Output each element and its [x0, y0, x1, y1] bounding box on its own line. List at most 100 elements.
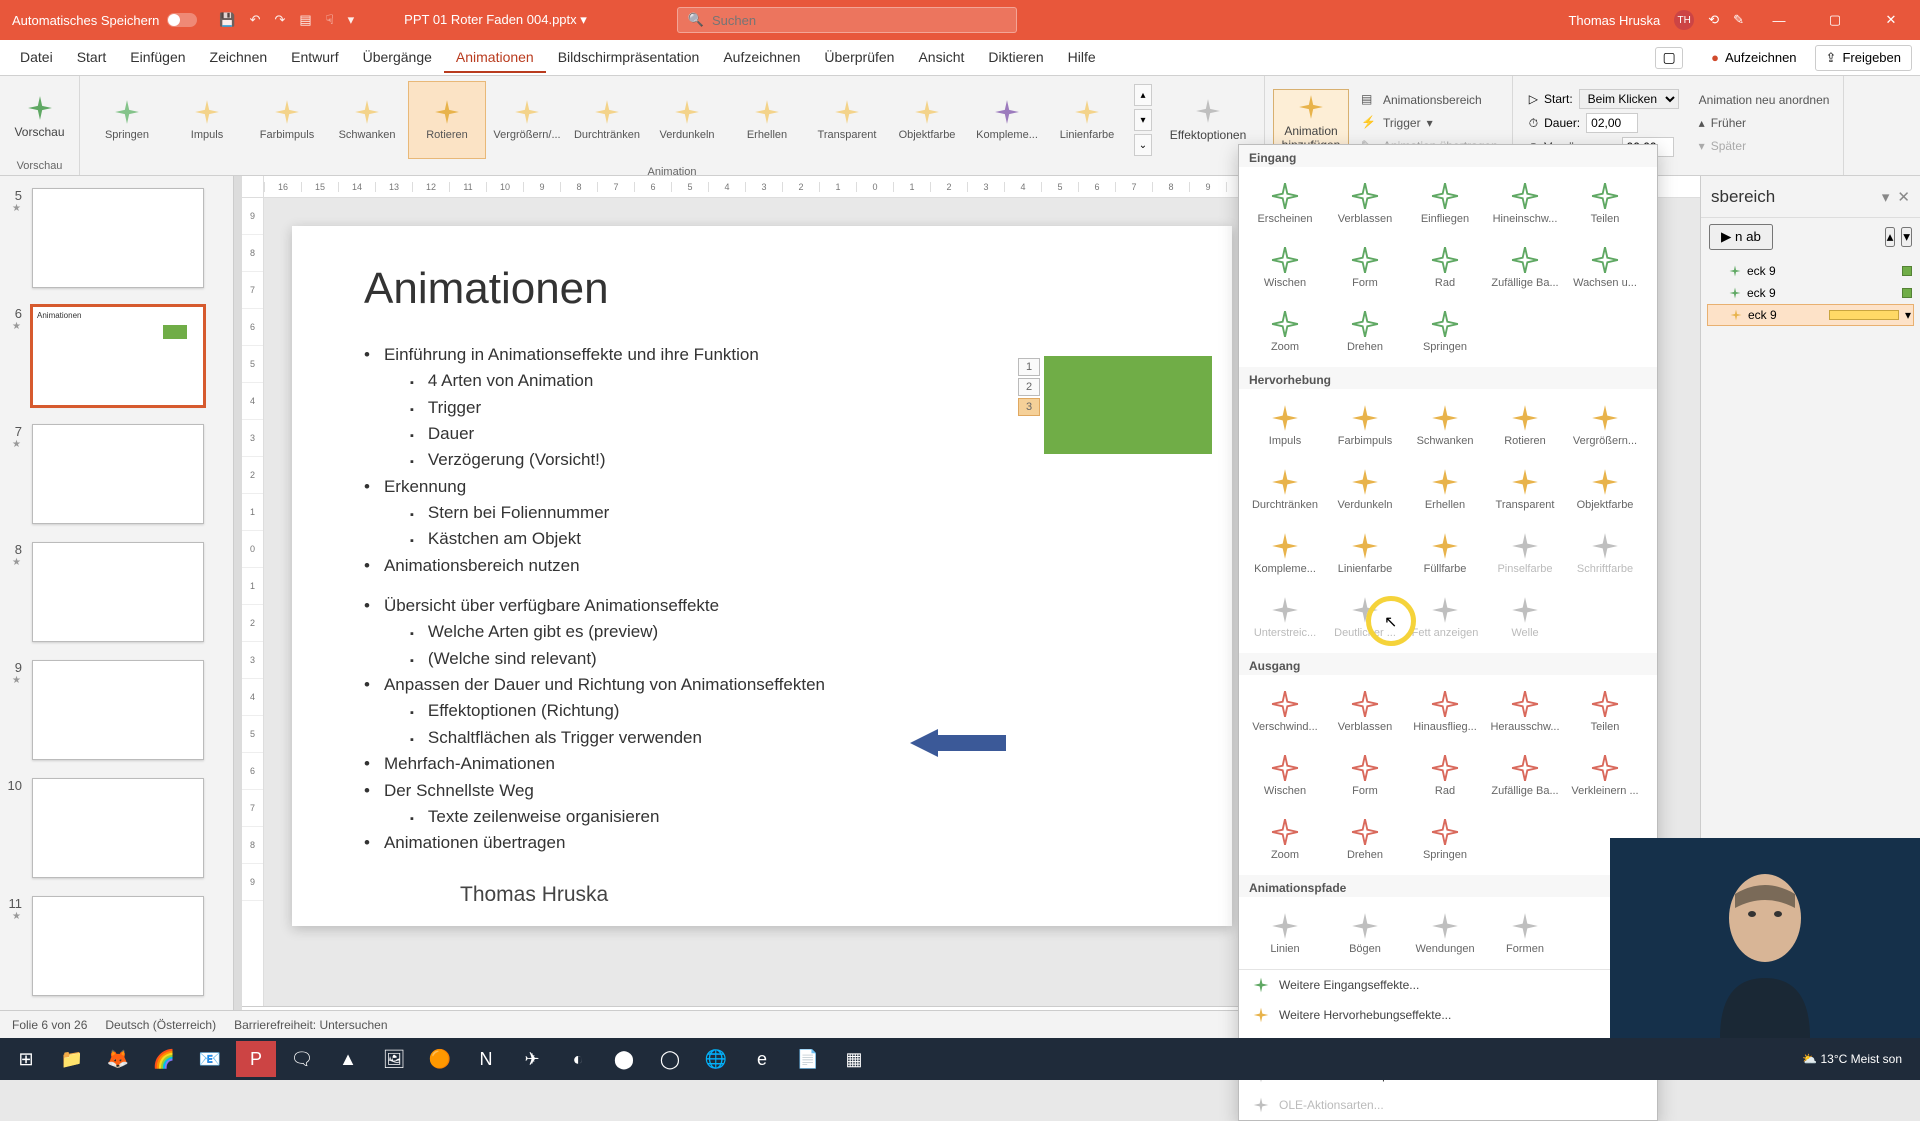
animation-option[interactable]: Teilen	[1565, 171, 1645, 235]
animation-option[interactable]: Erscheinen	[1245, 171, 1325, 235]
animation-option[interactable]: Farbimpuls	[1325, 393, 1405, 457]
gallery-item[interactable]: Linienfarbe	[1048, 81, 1126, 159]
draw-icon[interactable]: ✎	[1733, 12, 1744, 28]
animation-option[interactable]: Verkleinern ...	[1565, 743, 1645, 807]
animation-option[interactable]: Einfliegen	[1405, 171, 1485, 235]
effect-options-button[interactable]: Effektoptionen	[1160, 94, 1256, 146]
animation-option[interactable]: Wischen	[1245, 235, 1325, 299]
menu-datei[interactable]: Datei	[8, 43, 65, 73]
menu-animationen[interactable]: Animationen	[444, 43, 546, 73]
animation-option[interactable]: Herausschw...	[1485, 679, 1565, 743]
slide-author[interactable]: Thomas Hruska	[460, 883, 1160, 907]
menu-bildschirmpräsentation[interactable]: Bildschirmpräsentation	[546, 43, 712, 73]
animation-option[interactable]: Drehen	[1325, 299, 1405, 363]
animation-option[interactable]: Rad	[1405, 743, 1485, 807]
save-icon[interactable]: 💾	[219, 12, 235, 28]
app-icon[interactable]: 🌐	[696, 1041, 736, 1077]
menu-übergänge[interactable]: Übergänge	[351, 43, 444, 73]
user-name[interactable]: Thomas Hruska	[1568, 13, 1660, 28]
search-input[interactable]	[712, 13, 1006, 28]
pane-dropdown-icon[interactable]: ▾	[1882, 189, 1890, 206]
undo-icon[interactable]: ↶	[250, 12, 261, 28]
more-effects-item[interactable]: Weitere Hervorhebungseffekte...	[1239, 1000, 1657, 1030]
menu-diktieren[interactable]: Diktieren	[976, 43, 1055, 73]
animation-tag[interactable]: 2	[1018, 378, 1040, 396]
animation-option[interactable]: Rad	[1405, 235, 1485, 299]
animation-option[interactable]: Kompleme...	[1245, 521, 1325, 585]
gallery-item[interactable]: Verdunkeln	[648, 81, 726, 159]
animation-option[interactable]: Formen	[1485, 901, 1565, 965]
outlook-icon[interactable]: 📧	[190, 1041, 230, 1077]
windows-taskbar[interactable]: ⊞ 📁 🦊 🌈 📧 P 🗨 ▲ 🖼 🟠 N ✈ ◐ ⬤ ◯ 🌐 e 📄 ▦ ⛅ …	[0, 1038, 1920, 1080]
share-button[interactable]: ⇪Freigeben	[1815, 45, 1912, 71]
add-animation-dropdown[interactable]: EingangErscheinenVerblassenEinfliegenHin…	[1238, 144, 1658, 1121]
gallery-item[interactable]: Durchtränken	[568, 81, 646, 159]
animation-item[interactable]: eck 9▾	[1707, 304, 1914, 326]
move-down-button[interactable]: ▾	[1901, 227, 1912, 247]
animation-option[interactable]: Teilen	[1565, 679, 1645, 743]
sync-icon[interactable]: ⟲	[1708, 12, 1719, 28]
app-icon[interactable]: 🗨	[282, 1041, 322, 1077]
powerpoint-icon[interactable]: P	[236, 1041, 276, 1077]
animation-option[interactable]: Zufällige Ba...	[1485, 235, 1565, 299]
slide-thumbnail[interactable]: 8★	[0, 542, 217, 642]
app-icon[interactable]: 📄	[788, 1041, 828, 1077]
slide-thumbnail[interactable]: 11★	[0, 896, 217, 996]
app-icon[interactable]: 🟠	[420, 1041, 460, 1077]
search-box[interactable]: 🔍	[677, 7, 1017, 33]
green-rectangle[interactable]	[1044, 356, 1212, 454]
firefox-icon[interactable]: 🦊	[98, 1041, 138, 1077]
animation-option[interactable]: Linienfarbe	[1325, 521, 1405, 585]
autosave-toggle[interactable]	[167, 13, 197, 27]
animation-option[interactable]: Bögen	[1325, 901, 1405, 965]
collapse-ribbon[interactable]: ▢	[1655, 47, 1683, 69]
animation-option[interactable]: Wischen	[1245, 743, 1325, 807]
chrome-icon[interactable]: 🌈	[144, 1041, 184, 1077]
menu-einfügen[interactable]: Einfügen	[118, 43, 197, 73]
menu-entwurf[interactable]: Entwurf	[279, 43, 350, 73]
move-later[interactable]: ▾ Später	[1699, 135, 1830, 157]
qat-more-icon[interactable]: ▾	[348, 12, 355, 28]
start-select[interactable]: Beim Klicken	[1579, 89, 1679, 109]
blue-arrow-shape[interactable]	[910, 729, 1006, 757]
app-icon[interactable]: ◐	[558, 1041, 598, 1077]
menu-überprüfen[interactable]: Überprüfen	[812, 43, 906, 73]
move-up-button[interactable]: ▴	[1885, 227, 1896, 247]
slide-thumbnail[interactable]: 7★	[0, 424, 217, 524]
record-button[interactable]: ●Aufzeichnen	[1701, 46, 1806, 69]
animation-item[interactable]: eck 9	[1707, 282, 1914, 304]
animation-option[interactable]: Drehen	[1325, 807, 1405, 871]
animation-tag[interactable]: 1	[1018, 358, 1040, 376]
animation-option[interactable]: Hineinschw...	[1485, 171, 1565, 235]
animation-option[interactable]: Hinausflieg...	[1405, 679, 1485, 743]
menu-start[interactable]: Start	[65, 43, 119, 73]
animation-option[interactable]: Zoom	[1245, 807, 1325, 871]
slide-body[interactable]: Einführung in Animationseffekte und ihre…	[364, 342, 1160, 857]
animation-option[interactable]: Impuls	[1245, 393, 1325, 457]
minimize-button[interactable]: —	[1758, 0, 1800, 40]
gallery-item[interactable]: Objektfarbe	[888, 81, 966, 159]
animation-option[interactable]: Rotieren	[1485, 393, 1565, 457]
play-from-button[interactable]: ▶ n ab	[1709, 224, 1773, 250]
gallery-item[interactable]: Schwanken	[328, 81, 406, 159]
touch-icon[interactable]: ☟	[326, 12, 334, 28]
animation-option[interactable]: Vergrößern...	[1565, 393, 1645, 457]
menu-ansicht[interactable]: Ansicht	[906, 43, 976, 73]
gallery-item[interactable]: Erhellen	[728, 81, 806, 159]
redo-icon[interactable]: ↷	[275, 12, 286, 28]
slide-thumbnail[interactable]: 6★Animationen	[0, 306, 217, 406]
animation-option[interactable]: Verblassen	[1325, 171, 1405, 235]
animation-option[interactable]: Springen	[1405, 299, 1485, 363]
animation-option[interactable]: Springen	[1405, 807, 1485, 871]
autosave[interactable]: Automatisches Speichern	[0, 13, 209, 28]
animation-option[interactable]: Verschwind...	[1245, 679, 1325, 743]
animation-gallery[interactable]: SpringenImpulsFarbimpulsSchwankenRotiere…	[88, 81, 1126, 159]
app-icon[interactable]: 🖼	[374, 1041, 414, 1077]
gallery-item[interactable]: Kompleme...	[968, 81, 1046, 159]
animation-option[interactable]: Verdunkeln	[1325, 457, 1405, 521]
edge-icon[interactable]: e	[742, 1041, 782, 1077]
animation-tag[interactable]: 3	[1018, 398, 1040, 416]
animation-item[interactable]: eck 9	[1707, 260, 1914, 282]
slide-thumbnail[interactable]: 10	[0, 778, 217, 878]
close-icon[interactable]: ✕	[1897, 189, 1910, 206]
